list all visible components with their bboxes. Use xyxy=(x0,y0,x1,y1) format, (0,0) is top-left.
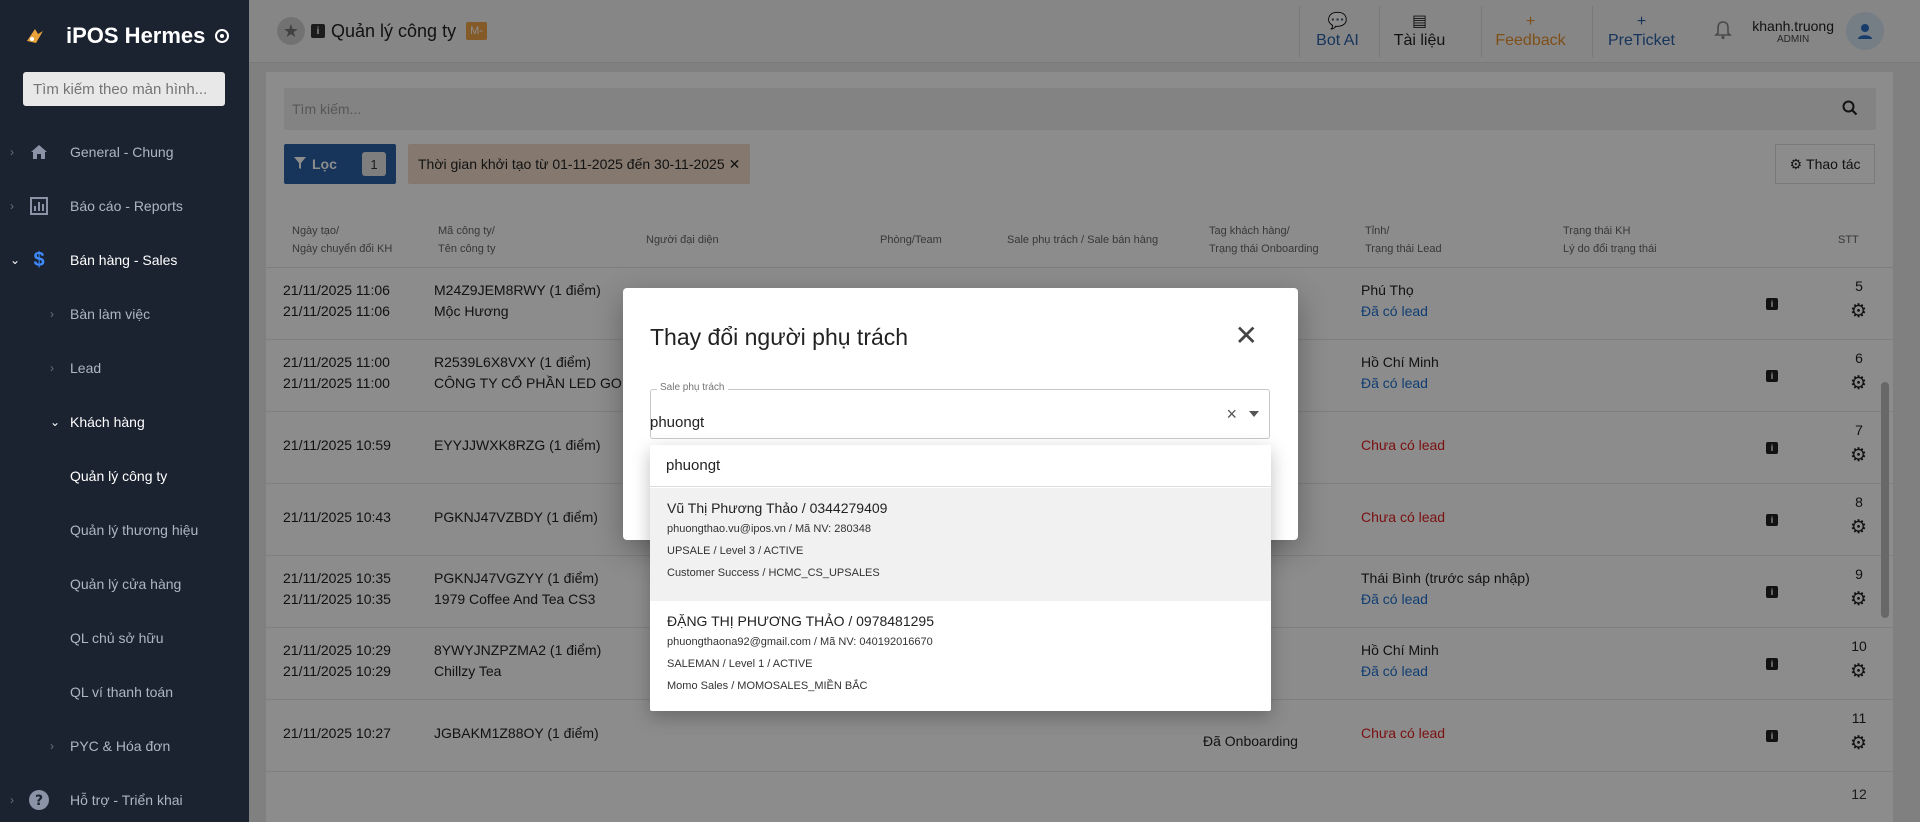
help-icon: ? xyxy=(27,788,51,812)
sidebar-item-label: Hỗ trợ - Triển khai xyxy=(70,792,183,808)
option-line: phuongthaona92@gmail.com / Mã NV: 040192… xyxy=(667,636,933,648)
sidebar-item-label: Quản lý công ty xyxy=(70,468,168,484)
report-icon xyxy=(27,194,51,218)
sidebar-item-label: Lead xyxy=(70,360,102,376)
option-line: Momo Sales / MOMOSALES_MIỀN BẮC xyxy=(667,680,868,692)
sidebar-menu: › General - Chung › Báo cáo - Reports ⌄ … xyxy=(0,125,249,822)
sidebar-item-general[interactable]: › General - Chung xyxy=(0,125,249,179)
field-label: Sale phụ trách xyxy=(657,382,728,393)
sidebar-item-label: Quản lý cửa hàng xyxy=(70,576,182,592)
option-title: Vũ Thị Phương Thảo / 0344279409 xyxy=(667,500,888,516)
brand-logo-icon xyxy=(27,29,43,43)
chevron-down-icon: ⌄ xyxy=(50,415,61,429)
chevron-right-icon: › xyxy=(50,361,54,375)
sale-owner-select[interactable]: Sale phụ trách phuongt × xyxy=(650,382,1270,439)
caret-down-icon[interactable] xyxy=(1249,411,1259,417)
sidebar-item-label: Bán hàng - Sales xyxy=(70,252,178,268)
sidebar-item-store-management[interactable]: Quản lý cửa hàng xyxy=(0,557,249,611)
sidebar-item-owners[interactable]: QL chủ sở hữu xyxy=(0,611,249,665)
radio-icon[interactable] xyxy=(215,29,230,43)
clear-icon[interactable]: × xyxy=(1226,404,1237,425)
option-line: phuongthao.vu@ipos.vn / Mã NV: 280348 xyxy=(667,523,872,535)
svg-text:?: ? xyxy=(35,793,43,809)
dropdown-option[interactable]: ĐẶNG THỊ PHƯƠNG THẢO / 0978481295 phuong… xyxy=(650,601,1271,711)
sidebar-item-label: QL chủ sở hữu xyxy=(70,630,164,646)
sidebar-item-label: Bàn làm việc xyxy=(70,306,151,322)
sidebar-item-company-management[interactable]: Quản lý công ty xyxy=(0,449,249,503)
sidebar-search-input[interactable]: Tìm kiếm theo màn hình... xyxy=(23,72,225,106)
sidebar-item-invoices[interactable]: › PYC & Hóa đơn xyxy=(0,719,249,773)
chevron-right-icon: › xyxy=(50,739,54,753)
sidebar-item-customers[interactable]: ⌄ Khách hàng xyxy=(0,395,249,449)
sidebar-item-label: Quản lý thương hiệu xyxy=(70,522,199,538)
chevron-right-icon: › xyxy=(10,199,14,213)
option-line: UPSALE / Level 3 / ACTIVE xyxy=(667,545,804,557)
sidebar-item-reports[interactable]: › Báo cáo - Reports xyxy=(0,179,249,233)
sidebar-item-label: PYC & Hóa đơn xyxy=(70,738,171,754)
option-line: SALEMAN / Level 1 / ACTIVE xyxy=(667,658,813,670)
dialog-title: Thay đổi người phụ trách xyxy=(650,324,909,350)
field-value[interactable]: phuongt xyxy=(650,414,704,431)
sidebar-item-label: QL ví thanh toán xyxy=(70,684,173,700)
chevron-down-icon: ⌄ xyxy=(10,253,21,267)
sidebar-item-label: Khách hàng xyxy=(70,414,145,430)
home-icon xyxy=(27,140,51,164)
brand[interactable]: iPOS Hermes xyxy=(0,0,249,72)
sidebar-item-wallets[interactable]: QL ví thanh toán xyxy=(0,665,249,719)
option-line: Customer Success / HCMC_CS_UPSALES xyxy=(667,567,880,579)
dropdown-option[interactable]: Vũ Thị Phương Thảo / 0344279409 phuongth… xyxy=(650,488,1271,601)
brand-name: iPOS Hermes xyxy=(66,23,206,48)
chevron-right-icon: › xyxy=(10,145,14,159)
option-title: ĐẶNG THỊ PHƯƠNG THẢO / 0978481295 xyxy=(667,613,934,629)
sidebar-item-lead[interactable]: › Lead xyxy=(0,341,249,395)
sidebar-item-brand-management[interactable]: Quản lý thương hiệu xyxy=(0,503,249,557)
sidebar: iPOS Hermes Tìm kiếm theo màn hình... › … xyxy=(0,0,249,822)
owner-dropdown: phuongt Vũ Thị Phương Thảo / 0344279409 … xyxy=(650,445,1271,711)
sidebar-item-label: General - Chung xyxy=(70,144,174,160)
sidebar-item-support[interactable]: › ? Hỗ trợ - Triển khai xyxy=(0,773,249,822)
chevron-right-icon: › xyxy=(50,307,54,321)
sidebar-item-label: Báo cáo - Reports xyxy=(70,198,183,214)
close-icon[interactable]: ✕ xyxy=(1235,322,1258,350)
sidebar-item-workspace[interactable]: › Bàn làm việc xyxy=(0,287,249,341)
chevron-right-icon: › xyxy=(10,793,14,807)
dropdown-search-input[interactable]: phuongt xyxy=(650,445,1271,487)
sidebar-item-sales[interactable]: ⌄ $ Bán hàng - Sales xyxy=(0,233,249,287)
dollar-icon: $ xyxy=(33,248,45,271)
